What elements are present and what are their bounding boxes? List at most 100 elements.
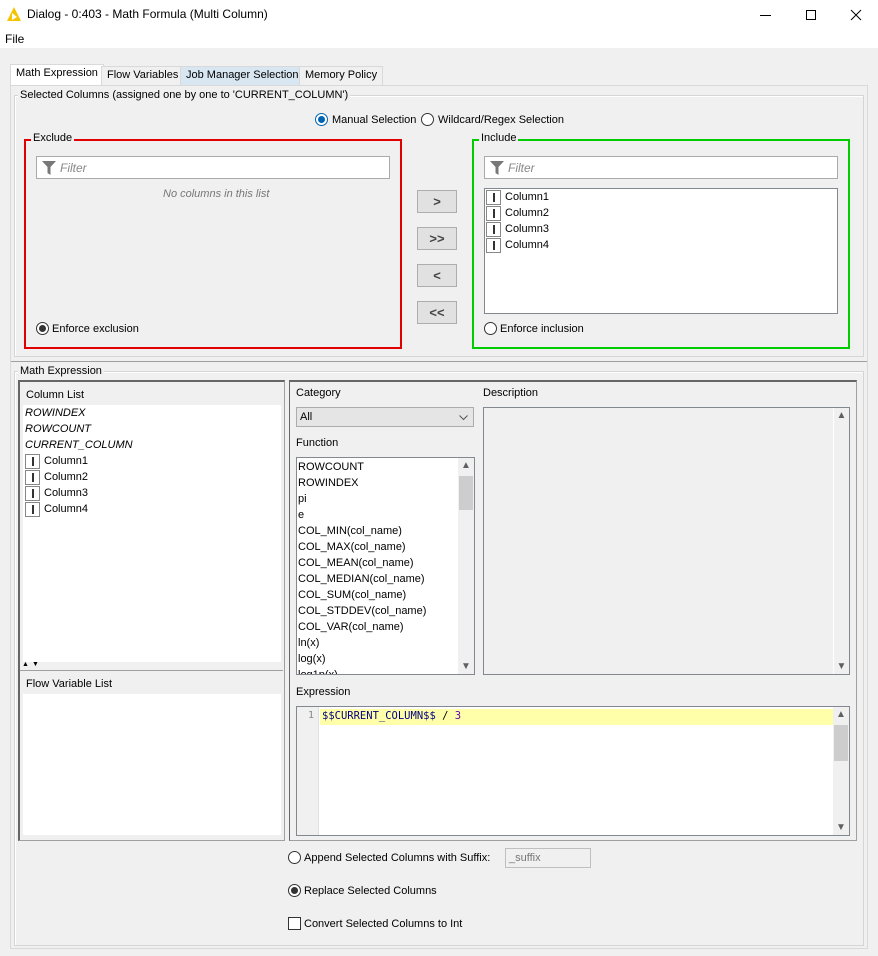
scroll-down-icon[interactable]: ▼: [833, 822, 849, 833]
enforce-inclusion-label: Enforce inclusion: [500, 322, 584, 335]
list-item[interactable]: Column3: [486, 221, 837, 237]
exclude-filter-input[interactable]: Filter: [36, 156, 390, 179]
scroll-up-icon[interactable]: ▲: [458, 460, 474, 471]
list-item[interactable]: CURRENT_COLUMN: [25, 437, 281, 453]
column-list-header: Column List: [26, 389, 85, 401]
list-item[interactable]: Column1: [486, 189, 837, 205]
function-list-item[interactable]: COL_MAX(col_name): [297, 539, 459, 555]
function-list-item[interactable]: pi: [297, 491, 459, 507]
scroll-down-icon[interactable]: ▼: [458, 661, 474, 672]
add-all-button[interactable]: >>: [417, 227, 457, 250]
convert-to-int-checkbox[interactable]: Convert Selected Columns to Int: [288, 917, 462, 930]
column-name: Column2: [44, 471, 89, 483]
integer-column-icon: [25, 469, 40, 485]
include-filter-input[interactable]: Filter: [484, 156, 838, 179]
replace-columns-radio[interactable]: Replace Selected Columns: [288, 884, 437, 897]
tab-job-manager-selection[interactable]: Job Manager Selection: [180, 66, 305, 85]
manual-selection-radio[interactable]: Manual Selection: [315, 113, 416, 126]
split-down-icon[interactable]: ▼: [32, 661, 39, 668]
manual-selection-label: Manual Selection: [332, 113, 417, 126]
chevron-down-icon: [459, 415, 468, 421]
maximize-button[interactable]: [788, 0, 834, 30]
function-list-item[interactable]: ROWCOUNT: [297, 459, 459, 475]
integer-column-icon: [25, 501, 40, 517]
selected-columns-group-label: Selected Columns (assigned one by one to…: [18, 89, 351, 101]
function-list-item[interactable]: COL_STDDEV(col_name): [297, 603, 459, 619]
chevron-right-icon: >: [433, 194, 441, 209]
menu-bar: File: [0, 30, 878, 48]
function-list-item[interactable]: COL_MEAN(col_name): [297, 555, 459, 571]
function-list-item[interactable]: COL_SUM(col_name): [297, 587, 459, 603]
expression-code[interactable]: $$CURRENT_COLUMN$$ / 3: [322, 710, 461, 722]
column-name: Column3: [44, 487, 89, 499]
filter-icon: [42, 161, 56, 175]
function-list-item[interactable]: log(x): [297, 651, 459, 667]
expression-label: Expression: [296, 686, 351, 698]
function-list-item[interactable]: COL_MEDIAN(col_name): [297, 571, 459, 587]
radio-indicator: [36, 322, 49, 335]
tab-flow-variables[interactable]: Flow Variables: [101, 66, 185, 85]
enforce-exclusion-label: Enforce exclusion: [52, 322, 139, 335]
list-item[interactable]: ROWCOUNT: [25, 421, 281, 437]
wildcard-selection-radio[interactable]: Wildcard/Regex Selection: [421, 113, 564, 126]
filter-icon: [490, 161, 504, 175]
integer-column-icon: [486, 205, 501, 221]
minimize-button[interactable]: [742, 0, 788, 30]
function-list-item[interactable]: log1p(x): [297, 667, 459, 674]
function-list-scrollbar[interactable]: ▲ ▼: [458, 458, 474, 674]
append-suffix-radio[interactable]: Append Selected Columns with Suffix:: [288, 851, 490, 864]
remove-button[interactable]: <: [417, 264, 457, 287]
expression-editor[interactable]: 1 $$CURRENT_COLUMN$$ / 3 ▲ ▼: [296, 706, 850, 836]
scroll-down-icon[interactable]: ▼: [834, 661, 849, 672]
list-item[interactable]: Column2: [25, 469, 281, 485]
math-expression-group-label: Math Expression: [18, 365, 104, 377]
function-list-item[interactable]: COL_VAR(col_name): [297, 619, 459, 635]
scroll-up-icon[interactable]: ▲: [834, 410, 849, 421]
function-list-item[interactable]: ROWINDEX: [297, 475, 459, 491]
wildcard-selection-label: Wildcard/Regex Selection: [438, 113, 564, 126]
remove-all-button[interactable]: <<: [417, 301, 457, 324]
function-list-item[interactable]: e: [297, 507, 459, 523]
menu-file[interactable]: File: [5, 32, 24, 46]
split-up-icon[interactable]: ▲: [22, 661, 29, 668]
function-list-item[interactable]: ln(x): [297, 635, 459, 651]
tab-memory-policy[interactable]: Memory Policy: [299, 66, 384, 85]
flow-variable-list[interactable]: [23, 694, 281, 835]
tab-math-expression[interactable]: Math Expression: [10, 64, 104, 86]
function-list-item[interactable]: COL_MIN(col_name): [297, 523, 459, 539]
enforce-inclusion-radio[interactable]: Enforce inclusion: [484, 322, 584, 335]
description-area[interactable]: ▲ ▼: [483, 407, 850, 675]
convert-to-int-label: Convert Selected Columns to Int: [304, 917, 463, 930]
list-item[interactable]: Column4: [486, 237, 837, 253]
exclude-empty-text: No columns in this list: [163, 188, 270, 200]
list-item[interactable]: Column1: [25, 453, 281, 469]
radio-indicator: [288, 884, 301, 897]
integer-column-icon: [486, 189, 501, 205]
function-label: Function: [296, 437, 339, 449]
split-divider[interactable]: ▲ ▼: [20, 661, 283, 671]
include-column-list[interactable]: Column1 Column2 Column3 Column4: [484, 188, 838, 314]
list-item[interactable]: ROWINDEX: [25, 405, 281, 421]
list-item[interactable]: Column4: [25, 501, 281, 517]
list-item[interactable]: Column2: [486, 205, 837, 221]
close-button[interactable]: [833, 0, 878, 30]
column-list[interactable]: ROWINDEX ROWCOUNT CURRENT_COLUMN Column1…: [23, 405, 281, 662]
maximize-icon: [806, 10, 816, 20]
list-item[interactable]: Column3: [25, 485, 281, 501]
double-chevron-left-icon: <<: [429, 305, 445, 320]
suffix-input[interactable]: _suffix: [505, 848, 591, 868]
scroll-thumb[interactable]: [459, 476, 473, 510]
scroll-thumb[interactable]: [834, 725, 848, 761]
integer-column-icon: [486, 237, 501, 253]
category-select[interactable]: All: [296, 407, 474, 427]
function-list[interactable]: ROWCOUNT ROWINDEX pi e COL_MIN(col_name) COL_…: [296, 457, 475, 675]
enforce-exclusion-radio[interactable]: Enforce exclusion: [36, 322, 139, 335]
add-button[interactable]: >: [417, 190, 457, 213]
description-scrollbar[interactable]: ▲ ▼: [833, 408, 849, 674]
append-suffix-label: Append Selected Columns with Suffix:: [304, 851, 491, 864]
close-icon: [850, 9, 862, 21]
replace-columns-label: Replace Selected Columns: [304, 884, 437, 897]
expression-scrollbar[interactable]: ▲ ▼: [833, 707, 849, 835]
scroll-up-icon[interactable]: ▲: [833, 709, 849, 720]
column-name: Column1: [44, 455, 89, 467]
